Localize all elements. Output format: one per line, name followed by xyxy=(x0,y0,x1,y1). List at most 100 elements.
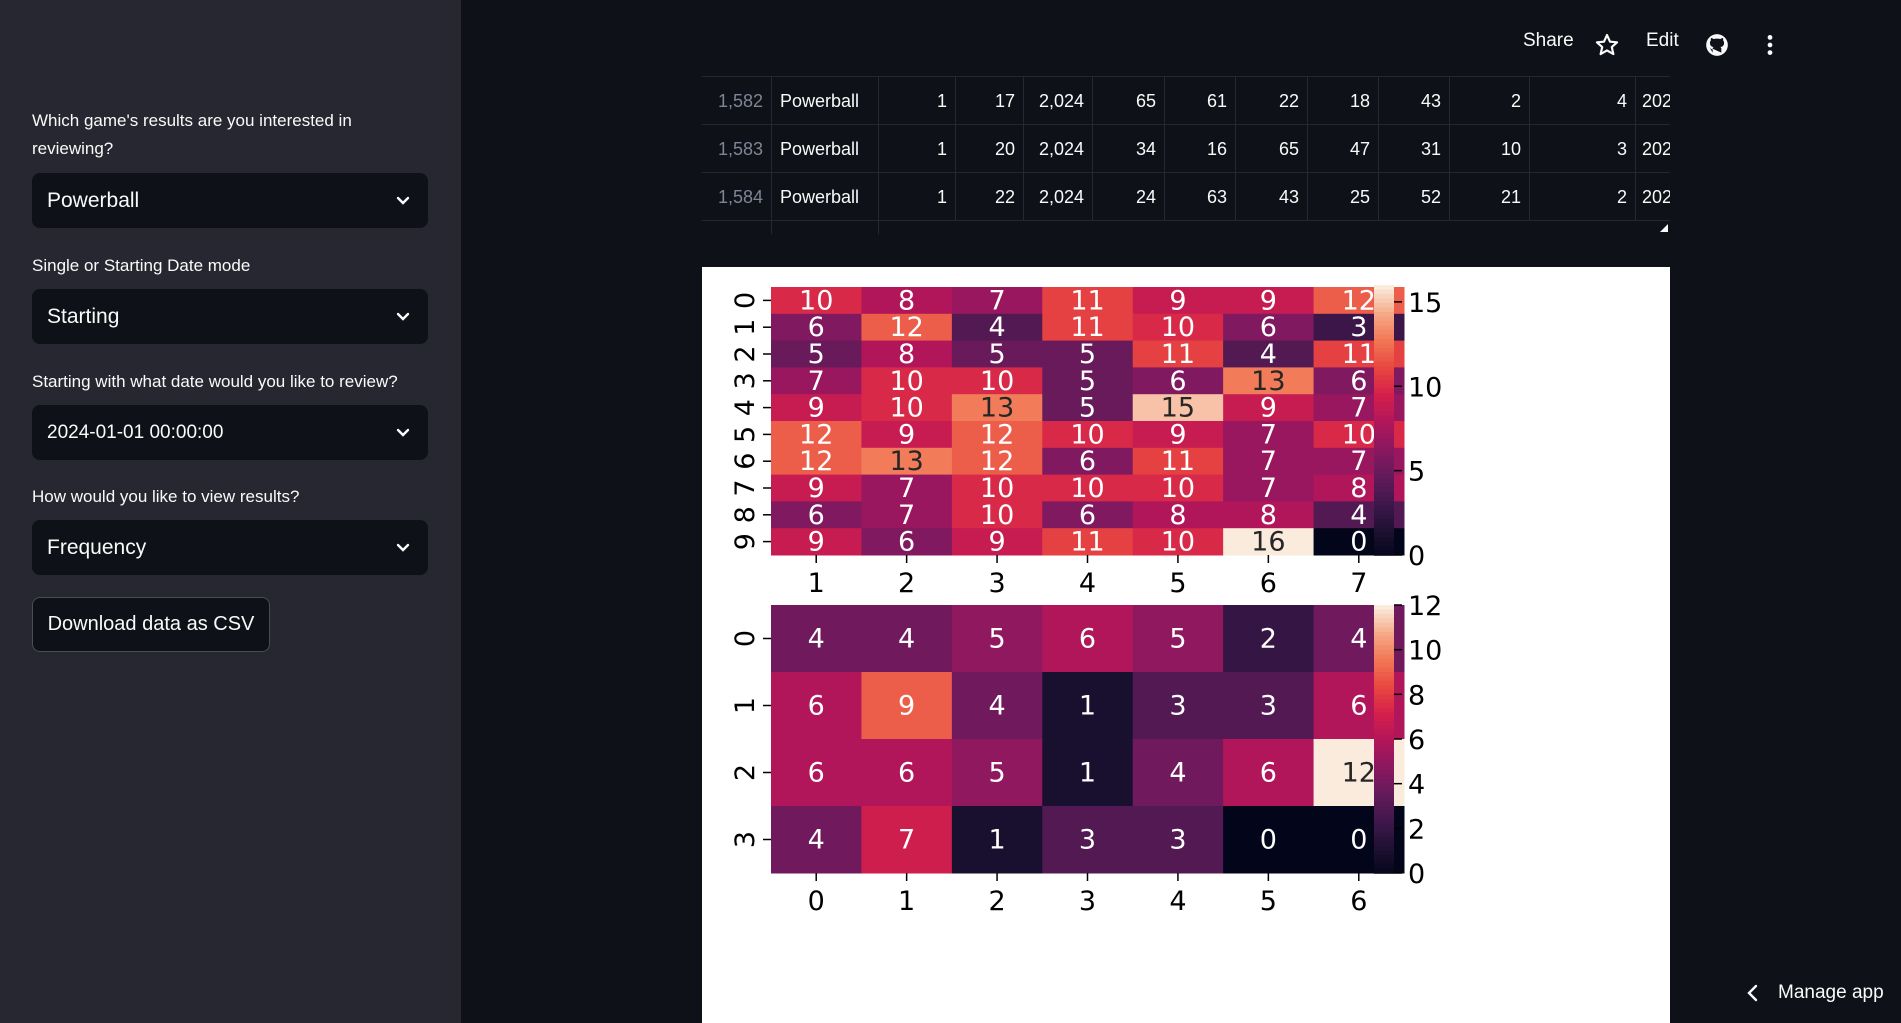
table-cell[interactable]: 65 xyxy=(1236,125,1308,173)
y-tick-label: 0 xyxy=(730,630,761,647)
table-cell[interactable]: 1,584 xyxy=(702,173,772,221)
table-cell[interactable]: 47 xyxy=(1308,125,1379,173)
heatmap-cell-value: 5 xyxy=(988,624,1005,655)
heatmap-cell-value: 4 xyxy=(1169,758,1186,789)
colorbar-tick-label: 10 xyxy=(1408,636,1442,667)
table-cell[interactable]: 21 xyxy=(1450,173,1530,221)
table-cell[interactable]: 2,024 xyxy=(1024,125,1093,173)
table-cell[interactable]: 1 xyxy=(879,77,956,125)
x-tick-label: 6 xyxy=(1260,568,1277,599)
data-table[interactable]: 1,582 Powerball 1 17 2,024 65 61 22 18 43 2 4 202 1,5… xyxy=(702,76,1670,234)
table-cell[interactable]: 18 xyxy=(1308,77,1379,125)
heatmap-cell-value: 4 xyxy=(808,624,825,655)
mode-select[interactable]: Starting xyxy=(32,289,428,344)
table-cell[interactable]: 1,582 xyxy=(702,77,772,125)
game-select[interactable]: Powerball xyxy=(32,173,428,228)
y-tick-label: 1 xyxy=(730,319,761,336)
y-tick-label: 7 xyxy=(730,479,761,496)
heatmap-cell-value: 0 xyxy=(1260,825,1277,856)
table-cell[interactable]: 2 xyxy=(1530,173,1636,221)
view-select[interactable]: Frequency xyxy=(32,520,428,575)
table-cell[interactable]: 24 xyxy=(1093,173,1165,221)
heatmap-cell-value: 4 xyxy=(988,691,1005,722)
heatmap-cell-value: 3 xyxy=(1079,825,1096,856)
table-cell[interactable]: 10 xyxy=(1450,125,1530,173)
x-tick-label: 4 xyxy=(1169,886,1186,917)
heatmap-cell-value: 4 xyxy=(1350,624,1367,655)
date-select-label: Starting with what date would you like t… xyxy=(32,372,398,391)
date-select-value: 2024-01-01 00:00:00 xyxy=(47,421,224,443)
table-cell[interactable]: 43 xyxy=(1236,173,1308,221)
table-row[interactable]: 1,583 Powerball 1 20 2,024 34 16 65 47 31 10 3 202 xyxy=(702,125,1670,173)
view-select-label: How would you like to view results? xyxy=(32,487,300,506)
table-cell[interactable]: 202 xyxy=(1636,173,1670,221)
table-cell[interactable]: 65 xyxy=(1093,77,1165,125)
mode-select-value: Starting xyxy=(47,304,120,328)
table-cell[interactable]: Powerball xyxy=(772,77,879,125)
heatmap-cell-value: 5 xyxy=(1169,624,1186,655)
colorbar-segment xyxy=(1374,868,1394,874)
github-icon[interactable] xyxy=(1704,32,1730,58)
table-cell[interactable]: 17 xyxy=(956,77,1024,125)
heatmap-cell-value: 6 xyxy=(898,758,915,789)
table-cell[interactable]: 202 xyxy=(1636,77,1670,125)
table-cell[interactable]: 1,583 xyxy=(702,125,772,173)
table-cell[interactable]: 31 xyxy=(1379,125,1450,173)
table-cell[interactable]: 2 xyxy=(1450,77,1530,125)
table-row[interactable]: 1,584 Powerball 1 22 2,024 24 63 43 25 52 21 2 202 xyxy=(702,173,1670,221)
table-cell[interactable]: 34 xyxy=(1093,125,1165,173)
table-cell[interactable]: 1 xyxy=(879,125,956,173)
table-cell[interactable] xyxy=(702,221,772,234)
heatmap-cell-value: 1 xyxy=(1079,758,1096,789)
table-cell[interactable]: 61 xyxy=(1165,77,1236,125)
x-tick-label: 4 xyxy=(1079,568,1096,599)
heatmap-cell-value: 6 xyxy=(808,758,825,789)
heatmap-cell-value: 12 xyxy=(1342,758,1376,789)
table-cell[interactable]: 43 xyxy=(1379,77,1450,125)
manage-app-button[interactable]: Manage app xyxy=(1746,982,1884,1004)
heatmap-svg: 10 8 7 11 9 9 126 12 4 11 10 6 35 8 5 5 11 4 117 10 10 5 6 13 69… xyxy=(730,285,1442,917)
table-cell[interactable]: 1 xyxy=(879,173,956,221)
star-icon[interactable] xyxy=(1594,32,1620,58)
colorbar-tick-label: 10 xyxy=(1408,372,1442,403)
x-tick-label: 5 xyxy=(1169,568,1186,599)
table-cell[interactable]: 3 xyxy=(1530,125,1636,173)
table-row[interactable]: 1,582 Powerball 1 17 2,024 65 61 22 18 43 2 4 202 xyxy=(702,77,1670,125)
y-tick-label: 5 xyxy=(730,426,761,443)
x-tick-label: 1 xyxy=(808,568,825,599)
table-cell[interactable]: Powerball xyxy=(772,173,879,221)
table-cell[interactable]: 22 xyxy=(956,173,1024,221)
table-cell[interactable]: 22 xyxy=(1236,77,1308,125)
date-select[interactable]: 2024-01-01 00:00:00 xyxy=(32,405,428,460)
colorbar-tick-label: 2 xyxy=(1408,814,1425,845)
table-cell[interactable]: 63 xyxy=(1165,173,1236,221)
table-cell[interactable]: Powerball xyxy=(772,221,879,234)
edit-button[interactable]: Edit xyxy=(1646,30,1679,52)
x-tick-label: 7 xyxy=(1350,568,1367,599)
table-cell[interactable]: 16 xyxy=(1165,125,1236,173)
table-cell[interactable]: 20 xyxy=(956,125,1024,173)
download-csv-button[interactable]: Download data as CSV xyxy=(32,597,270,652)
kebab-menu-icon[interactable] xyxy=(1757,32,1783,58)
resize-handle-icon[interactable] xyxy=(1660,224,1668,232)
x-tick-label: 0 xyxy=(808,886,825,917)
heatmap-cell-value: 3 xyxy=(1169,691,1186,722)
x-tick-label: 2 xyxy=(898,568,915,599)
manage-app-label: Manage app xyxy=(1778,982,1884,1003)
table-cell[interactable]: 202 xyxy=(1636,125,1670,173)
heatmap-cell-value: 6 xyxy=(1260,758,1277,789)
colorbar-tick-label: 12 xyxy=(1408,591,1442,622)
colorbar-tick-label: 15 xyxy=(1408,288,1442,319)
chevron-left-icon xyxy=(1747,984,1758,1002)
table-row-partial[interactable]: Powerball xyxy=(702,221,1670,234)
table-cell[interactable]: 2,024 xyxy=(1024,173,1093,221)
table-cell[interactable]: 25 xyxy=(1308,173,1379,221)
heatmap-cell-value: 7 xyxy=(898,825,915,856)
table-cell[interactable]: 2,024 xyxy=(1024,77,1093,125)
share-button[interactable]: Share xyxy=(1523,30,1574,52)
heatmap-cell-value: 11 xyxy=(1070,527,1104,558)
heatmap-1: 10 8 7 11 9 9 126 12 4 11 10 6 35 8 5 5 11 4 117 10 10 5 6 13 69… xyxy=(730,285,1442,599)
table-cell[interactable]: Powerball xyxy=(772,125,879,173)
table-cell[interactable]: 52 xyxy=(1379,173,1450,221)
table-cell[interactable]: 4 xyxy=(1530,77,1636,125)
